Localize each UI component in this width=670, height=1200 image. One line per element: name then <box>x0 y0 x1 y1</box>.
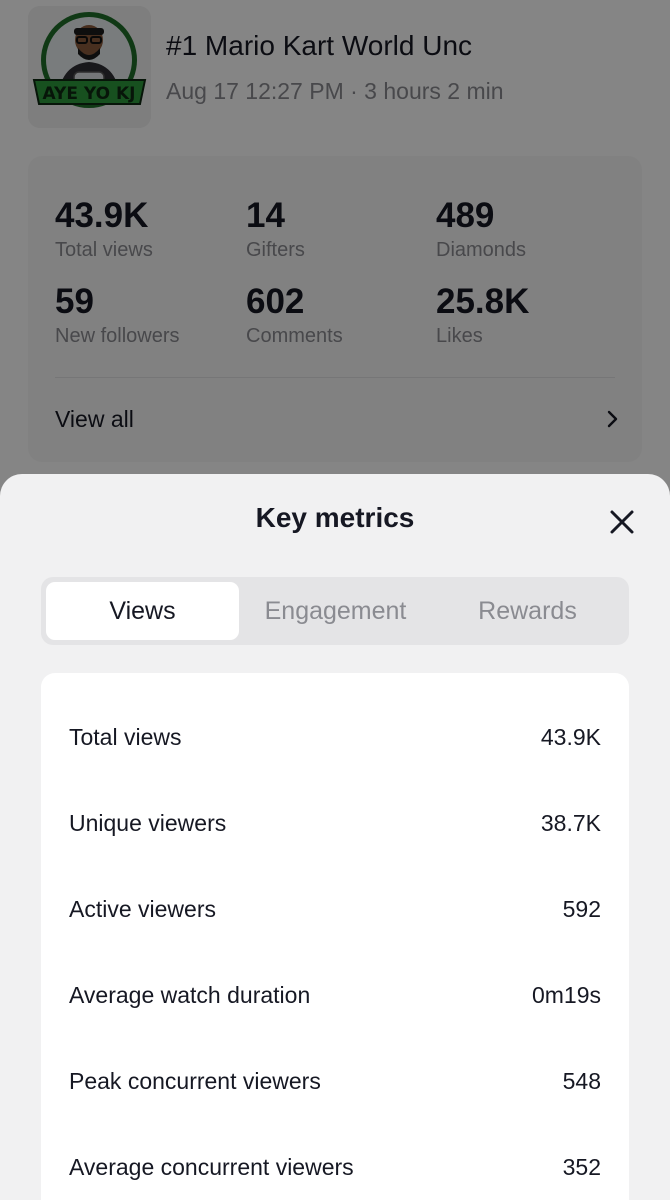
tab-views[interactable]: Views <box>46 582 239 640</box>
metric-row-total-views: Total views 43.9K <box>69 717 601 757</box>
metric-label: Total views <box>69 723 182 750</box>
metric-value: 548 <box>562 1067 601 1094</box>
metric-label: Active viewers <box>69 895 216 922</box>
metric-label: Average watch duration <box>69 981 311 1008</box>
metric-label: Peak concurrent viewers <box>69 1067 321 1094</box>
metric-value: 38.7K <box>540 809 601 836</box>
metric-value: 43.9K <box>540 723 601 750</box>
metric-value: 0m19s <box>531 981 601 1008</box>
tab-rewards[interactable]: Rewards <box>431 582 624 640</box>
tab-engagement[interactable]: Engagement <box>239 582 432 640</box>
close-button[interactable] <box>604 504 640 540</box>
key-metrics-sheet: Key metrics Views Engagement Rewards Tot… <box>0 474 670 1200</box>
metric-row-average-watch-duration: Average watch duration 0m19s <box>69 975 601 1015</box>
metric-row-unique-viewers: Unique viewers 38.7K <box>69 803 601 843</box>
close-icon <box>610 510 634 534</box>
metric-label: Average concurrent viewers <box>69 1153 354 1180</box>
metric-label: Unique viewers <box>69 809 227 836</box>
metric-value: 352 <box>562 1153 601 1180</box>
metrics-list: Total views 43.9K Unique viewers 38.7K A… <box>41 673 629 1200</box>
metric-value: 592 <box>562 895 601 922</box>
metrics-tabs: Views Engagement Rewards <box>41 577 629 645</box>
sheet-title: Key metrics <box>255 502 415 533</box>
metric-row-active-viewers: Active viewers 592 <box>69 889 601 929</box>
metric-row-peak-concurrent-viewers: Peak concurrent viewers 548 <box>69 1061 601 1101</box>
metric-row-average-concurrent-viewers: Average concurrent viewers 352 <box>69 1147 601 1187</box>
